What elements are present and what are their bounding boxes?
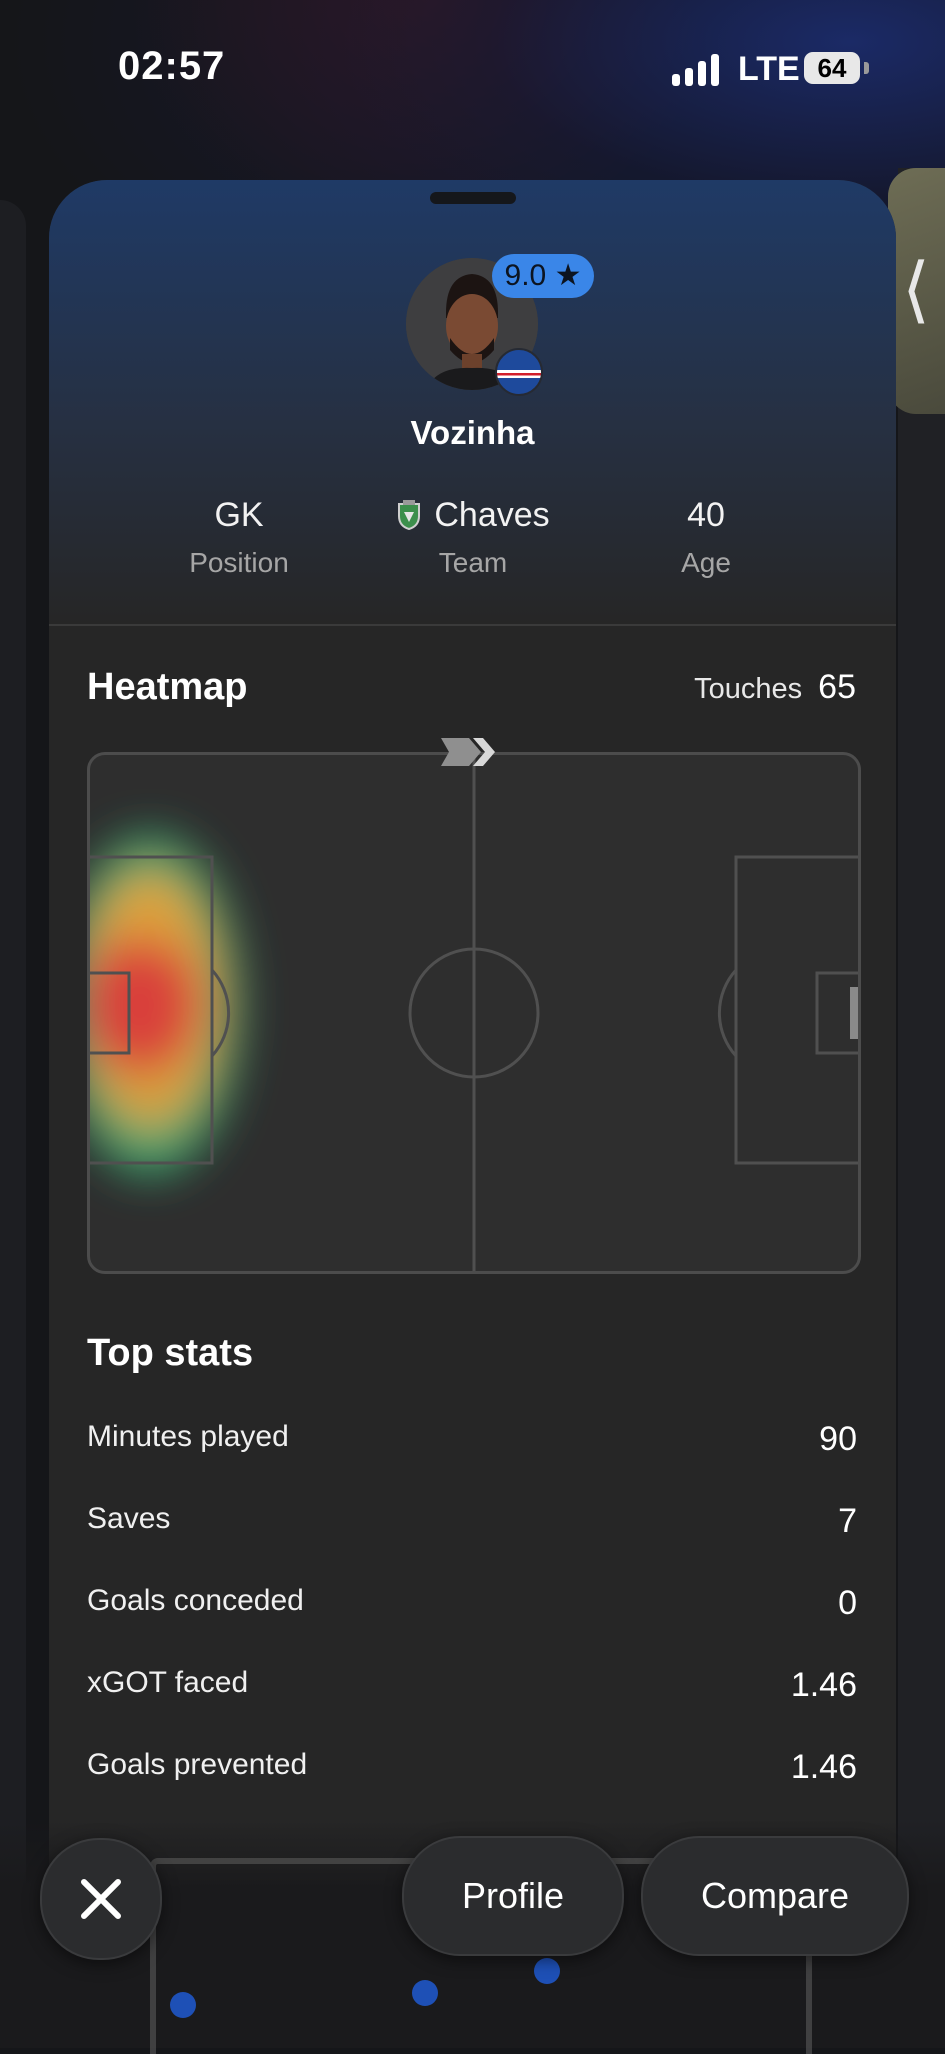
top-stats-title: Top stats: [87, 1332, 254, 1374]
profile-button[interactable]: Profile: [402, 1836, 624, 1956]
stat-row: Goals conceded 0: [87, 1584, 857, 1644]
attack-direction-icon: [441, 738, 495, 766]
network-type: LTE: [738, 50, 800, 88]
stat-value: 1.46: [790, 1666, 857, 1704]
heatmap-blob: [90, 835, 240, 1175]
stat-row: Minutes played 90: [87, 1420, 857, 1480]
stat-name: Minutes played: [87, 1420, 289, 1453]
stat-name: Goals prevented: [87, 1748, 308, 1781]
touches-value: 65: [818, 668, 856, 706]
player-sheet: 9.0 ★ Vozinha GK Position Chaves Team 40…: [49, 180, 896, 2048]
stat-name: xGOT faced: [87, 1666, 249, 1699]
heatmap-pitch: [87, 752, 861, 1274]
status-bar: 02:57 LTE 64: [0, 0, 945, 140]
battery-icon: 64: [804, 52, 860, 84]
team-value-wrap[interactable]: Chaves: [353, 496, 593, 535]
stat-value: 7: [838, 1502, 857, 1540]
touches-label: Touches: [694, 673, 803, 705]
team-label: Team: [438, 547, 508, 578]
stat-value: 1.46: [790, 1748, 857, 1786]
position-info: GK Position: [119, 496, 359, 579]
sheet-grabber[interactable]: [430, 192, 516, 204]
player-name: Vozinha: [410, 414, 535, 451]
heatmap-title: Heatmap: [87, 666, 248, 708]
team-crest-icon: [398, 500, 421, 530]
chevron-left-icon[interactable]: ⟨: [902, 250, 930, 330]
stat-value: 0: [838, 1584, 857, 1622]
battery-nub: [864, 62, 869, 74]
shot-dot: [412, 1980, 438, 2006]
signal-icon: [672, 54, 720, 86]
age-info: 40 Age: [586, 496, 826, 579]
nationality-flag-icon: [495, 348, 543, 396]
pitch-lines: [90, 755, 858, 1271]
age-value: 40: [687, 496, 725, 534]
age-label: Age: [681, 547, 731, 578]
stat-row: Saves 7: [87, 1502, 857, 1562]
star-icon: ★: [554, 259, 582, 292]
stat-value: 90: [819, 1420, 857, 1458]
team-value: Chaves: [434, 496, 550, 534]
close-button[interactable]: [40, 1838, 162, 1960]
stat-name: Saves: [87, 1502, 171, 1535]
rating-badge: 9.0 ★: [492, 254, 594, 298]
touches-stat: Touches 65: [694, 668, 856, 707]
team-info[interactable]: Chaves Team: [353, 496, 593, 579]
shot-dot: [170, 1992, 196, 2018]
previous-card[interactable]: [0, 200, 26, 2048]
shot-dot: [534, 1958, 560, 1984]
stat-name: Goals conceded: [87, 1584, 304, 1617]
close-icon: [81, 1879, 121, 1919]
next-card[interactable]: [898, 168, 945, 2048]
divider: [49, 624, 896, 626]
position-value: GK: [214, 496, 264, 534]
compare-button[interactable]: Compare: [641, 1836, 909, 1956]
status-time: 02:57: [118, 44, 226, 88]
stat-row: xGOT faced 1.46: [87, 1666, 857, 1726]
rating-value: 9.0: [504, 259, 547, 292]
stat-row: Goals prevented 1.46: [87, 1748, 857, 1808]
position-label: Position: [189, 547, 289, 578]
